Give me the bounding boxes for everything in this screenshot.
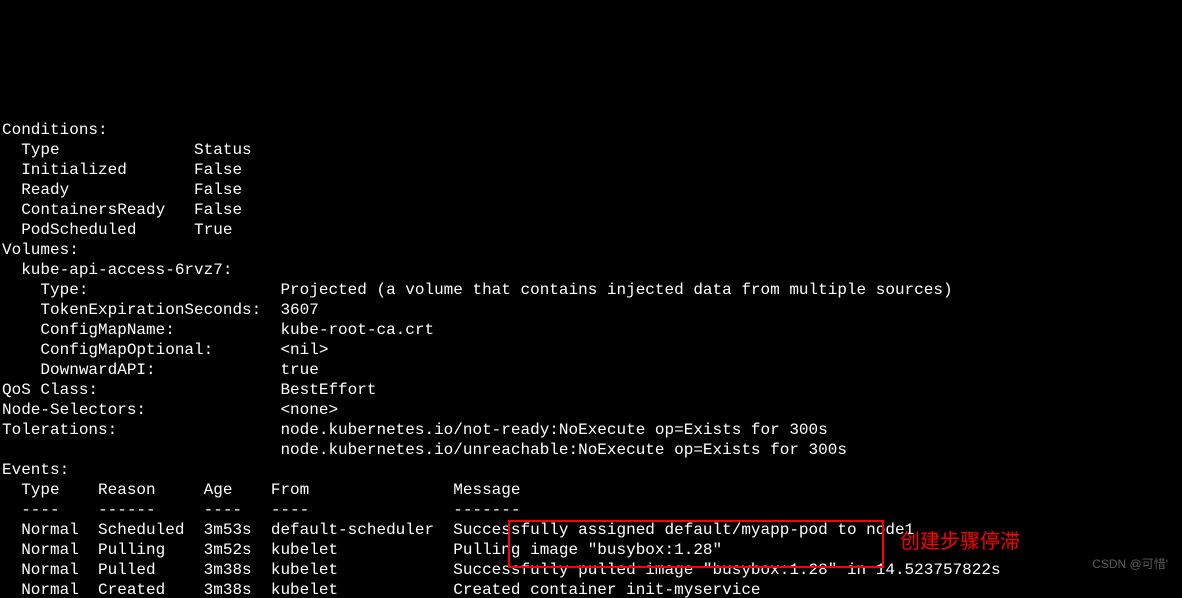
line-cond-containersready: ContainersReady False [2, 201, 242, 219]
terminal-output: Conditions: Type Status Initialized Fals… [0, 100, 1182, 598]
line-volume-downwardapi: DownwardAPI: true [2, 361, 319, 379]
line-node-selectors: Node-Selectors: <none> [2, 401, 338, 419]
line-volume-configmapoptional: ConfigMapOptional: <nil> [2, 341, 328, 359]
line-cond-cols: Type Status [2, 141, 252, 159]
line-cond-initialized: Initialized False [2, 161, 242, 179]
line-events-header: Events: [2, 461, 69, 479]
line-volumes-header: Volumes: [2, 241, 79, 259]
line-event-scheduled: Normal Scheduled 3m53s default-scheduler… [2, 521, 914, 539]
line-event-pulling: Normal Pulling 3m52s kubelet Pulling ima… [2, 541, 722, 559]
line-events-divider: ---- ------ ---- ---- ------- [2, 501, 520, 519]
line-volume-name: kube-api-access-6rvz7: [2, 261, 232, 279]
annotation-label: 创建步骤停滞 [900, 532, 1020, 552]
line-tolerations-2: node.kubernetes.io/unreachable:NoExecute… [2, 441, 847, 459]
line-event-created: Normal Created 3m38s kubelet Created con… [2, 581, 761, 598]
line-qos-class: QoS Class: BestEffort [2, 381, 376, 399]
line-cond-ready: Ready False [2, 181, 242, 199]
watermark: CSDN @可惜' [1092, 554, 1168, 574]
line-conditions-header: Conditions: [2, 121, 108, 139]
line-volume-tokenexp: TokenExpirationSeconds: 3607 [2, 301, 319, 319]
line-volume-configmapname: ConfigMapName: kube-root-ca.crt [2, 321, 434, 339]
line-cond-podscheduled: PodScheduled True [2, 221, 232, 239]
line-event-pulled: Normal Pulled 3m38s kubelet Successfully… [2, 561, 1001, 579]
line-volume-type: Type: Projected (a volume that contains … [2, 281, 953, 299]
line-tolerations-1: Tolerations: node.kubernetes.io/not-read… [2, 421, 828, 439]
line-events-cols: Type Reason Age From Message [2, 481, 520, 499]
